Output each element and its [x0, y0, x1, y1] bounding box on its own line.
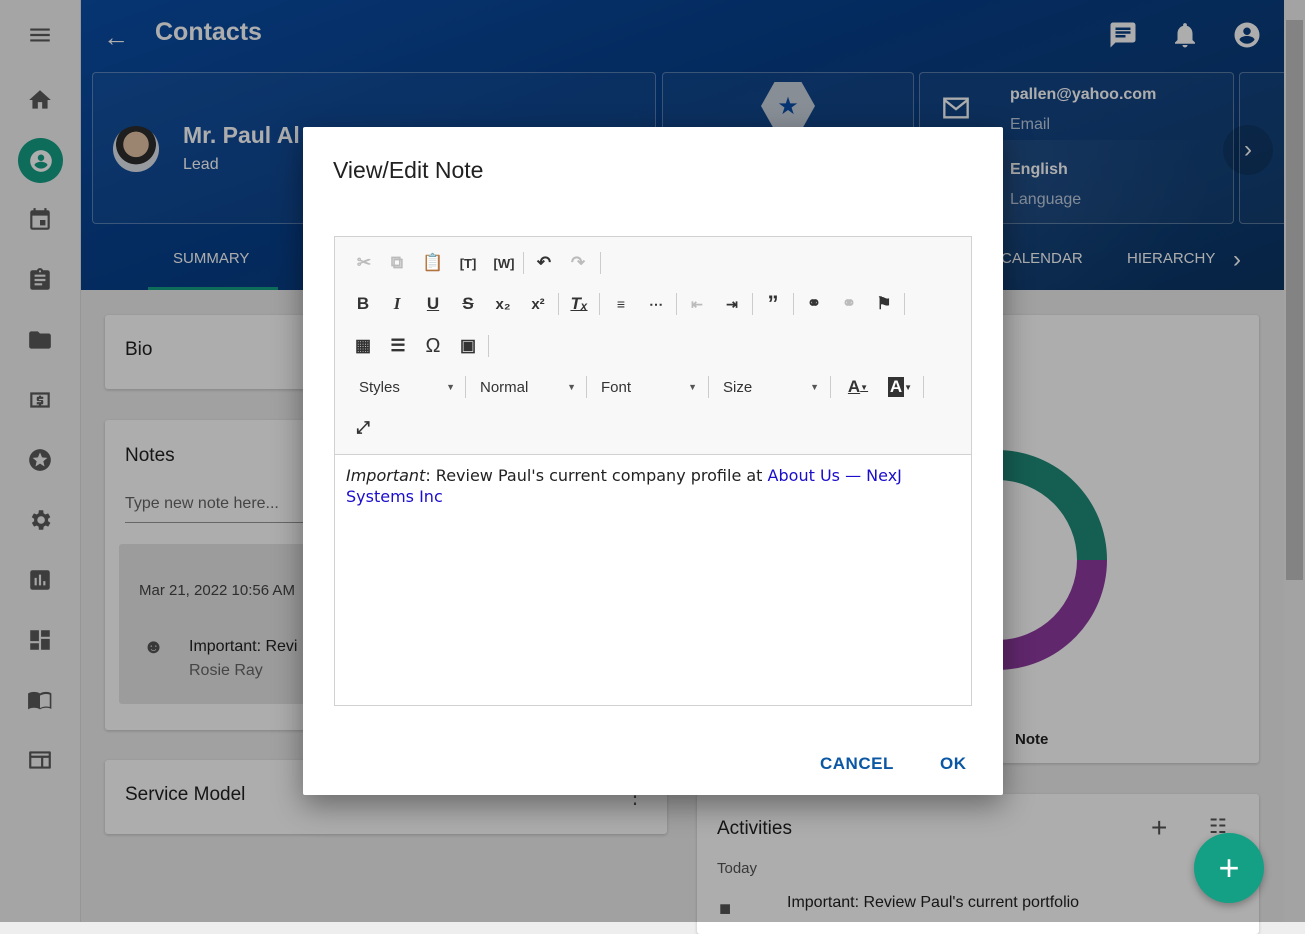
- rich-text-editor: ✂ ⧉ 📋 [T] [W] ↶ ↷ B I U S x₂ x² Tₓ ≡ ⋯ ⇤…: [334, 236, 972, 706]
- add-fab-button[interactable]: +: [1194, 833, 1264, 903]
- superscript-icon[interactable]: x²: [526, 292, 550, 316]
- increase-indent-icon[interactable]: ⇥: [720, 292, 744, 316]
- content-text: : Review Paul's current company profile …: [425, 466, 768, 485]
- background-color-icon[interactable]: A ▼: [882, 375, 918, 399]
- text-color-icon[interactable]: A ▼: [840, 375, 876, 399]
- styles-label: Styles: [359, 378, 400, 396]
- decrease-indent-icon[interactable]: ⇤: [685, 292, 709, 316]
- blockquote-icon[interactable]: ”: [761, 291, 785, 316]
- dropdown-arrow-icon: ▼: [567, 382, 576, 392]
- ok-button[interactable]: OK: [940, 754, 967, 774]
- format-label: Normal: [480, 378, 529, 396]
- undo-icon[interactable]: ↶: [532, 251, 556, 275]
- unlink-icon[interactable]: ⚭: [837, 292, 861, 316]
- styles-dropdown[interactable]: Styles ▼: [359, 375, 455, 399]
- paste-word-icon[interactable]: [W]: [492, 251, 516, 275]
- horizontal-rule-icon[interactable]: ☰: [386, 334, 410, 358]
- bulleted-list-icon[interactable]: ⋯: [644, 292, 668, 316]
- dropdown-arrow-icon: ▼: [688, 382, 697, 392]
- remove-format-icon[interactable]: Tₓ: [567, 292, 591, 316]
- dropdown-arrow-icon: ▼: [446, 382, 455, 392]
- cancel-button[interactable]: CANCEL: [820, 754, 894, 774]
- redo-icon[interactable]: ↷: [566, 251, 590, 275]
- subscript-icon[interactable]: x₂: [491, 292, 515, 316]
- table-icon[interactable]: ▦: [351, 334, 375, 358]
- format-dropdown[interactable]: Normal ▼: [480, 375, 576, 399]
- size-dropdown[interactable]: Size ▼: [723, 375, 819, 399]
- paste-text-icon[interactable]: [T]: [456, 251, 480, 275]
- note-content[interactable]: Important: Review Paul's current company…: [346, 465, 958, 507]
- underline-icon[interactable]: U: [421, 292, 445, 316]
- image-icon[interactable]: ▣: [456, 334, 480, 358]
- edit-note-dialog: View/Edit Note ✂ ⧉ 📋 [T] [W] ↶ ↷ B I U S…: [303, 127, 1003, 795]
- paste-icon[interactable]: 📋: [421, 251, 445, 275]
- editor-toolbar: ✂ ⧉ 📋 [T] [W] ↶ ↷ B I U S x₂ x² Tₓ ≡ ⋯ ⇤…: [335, 237, 971, 455]
- special-char-icon[interactable]: Ω: [421, 334, 445, 358]
- bold-icon[interactable]: B: [351, 292, 375, 316]
- maximize-icon[interactable]: ⤢: [351, 416, 375, 440]
- numbered-list-icon[interactable]: ≡: [609, 292, 633, 316]
- dropdown-arrow-icon: ▼: [810, 382, 819, 392]
- link-icon[interactable]: ⚭: [802, 292, 826, 316]
- copy-icon[interactable]: ⧉: [385, 251, 409, 275]
- font-label: Font: [601, 378, 632, 396]
- cut-icon[interactable]: ✂: [352, 251, 376, 275]
- size-label: Size: [723, 378, 753, 396]
- content-emphasis: Important: [346, 466, 426, 485]
- dialog-title: View/Edit Note: [333, 157, 484, 183]
- italic-icon[interactable]: I: [385, 292, 409, 316]
- anchor-flag-icon[interactable]: ⚑: [872, 292, 896, 316]
- strikethrough-icon[interactable]: S: [456, 292, 480, 316]
- font-dropdown[interactable]: Font ▼: [601, 375, 697, 399]
